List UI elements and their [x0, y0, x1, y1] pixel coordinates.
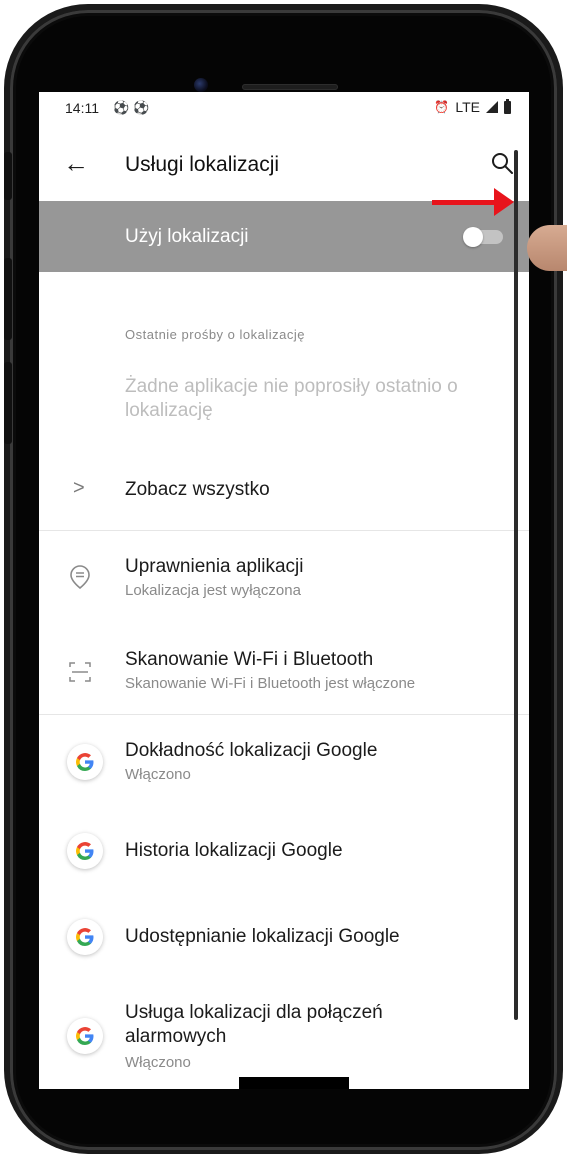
front-camera	[194, 78, 208, 92]
page-title: Usługi lokalizacji	[125, 153, 280, 176]
no-recent-requests-text: Żadne aplikacje nie poprosiły ostatnio o…	[125, 376, 458, 421]
divider	[39, 530, 529, 531]
phone-edge-highlight	[514, 150, 518, 1020]
app-permissions-row[interactable]: Uprawnienia aplikacji Lokalizacja jest w…	[39, 547, 529, 619]
recent-requests-header: Ostatnie prośby o lokalizację	[125, 327, 305, 342]
finger-pointer	[527, 225, 567, 271]
status-time: 14:11	[65, 100, 99, 116]
search-icon[interactable]	[489, 150, 515, 176]
google-g-icon	[67, 744, 103, 780]
battery-icon	[504, 98, 511, 114]
soccer-ball-icon: ⚽	[133, 100, 150, 115]
google-history-title: Historia lokalizacji Google	[125, 840, 343, 861]
emergency-title-line1: Usługa lokalizacji dla połączeń	[125, 1002, 383, 1023]
network-type: LTE	[455, 99, 480, 115]
earpiece-speaker	[242, 84, 338, 90]
google-accuracy-title: Dokładność lokalizacji Google	[125, 740, 378, 761]
chevron-right-icon: >	[73, 477, 85, 499]
side-button-top	[4, 152, 12, 200]
emergency-location-service-row[interactable]: Usługa lokalizacji dla połączeń alarmowy…	[39, 1000, 529, 1080]
see-all-row[interactable]: > Zobacz wszystko	[39, 466, 529, 530]
app-permissions-title: Uprawnienia aplikacji	[125, 556, 304, 577]
use-location-row[interactable]: Użyj lokalizacji	[39, 201, 529, 272]
google-location-history-row[interactable]: Historia lokalizacji Google	[39, 830, 529, 892]
scanning-title: Skanowanie Wi-Fi i Bluetooth	[125, 649, 374, 670]
scan-frame-icon	[69, 662, 91, 682]
google-g-icon	[67, 833, 103, 869]
divider	[39, 714, 529, 715]
location-pin-list-icon	[70, 565, 90, 590]
scanning-subtitle: Skanowanie Wi-Fi i Bluetooth jest włączo…	[125, 675, 416, 692]
alarm-icon: ⏰	[434, 100, 450, 114]
app-bar: ← Usługi lokalizacji	[39, 144, 529, 188]
google-g-icon	[67, 919, 103, 955]
google-sharing-title: Udostępnianie lokalizacji Google	[125, 926, 400, 947]
wifi-bluetooth-scanning-row[interactable]: Skanowanie Wi-Fi i Bluetooth Skanowanie …	[39, 639, 529, 711]
app-permissions-subtitle: Lokalizacja jest wyłączona	[125, 582, 301, 599]
volume-down-button	[4, 362, 12, 444]
status-bar: 14:11 ⚽ ⚽ ⏰ LTE	[39, 92, 529, 124]
use-location-toggle[interactable]	[463, 227, 503, 247]
back-arrow-icon[interactable]: ←	[63, 148, 89, 178]
nav-gesture-bar	[239, 1077, 349, 1089]
toggle-knob	[463, 227, 483, 247]
emergency-title-line2: alarmowych	[125, 1026, 227, 1047]
status-icons: ⏰ LTE	[434, 98, 511, 115]
pointer-arrow-shaft	[432, 200, 498, 205]
soccer-ball-icon: ⚽	[113, 100, 130, 115]
use-location-label: Użyj lokalizacji	[125, 226, 249, 247]
volume-up-button	[4, 258, 12, 340]
emergency-subtitle: Włączono	[125, 1054, 191, 1071]
google-accuracy-subtitle: Włączono	[125, 766, 191, 783]
see-all-label: Zobacz wszystko	[125, 479, 270, 500]
google-location-sharing-row[interactable]: Udostępnianie lokalizacji Google	[39, 916, 529, 978]
google-g-icon	[67, 1018, 103, 1054]
signal-icon	[486, 101, 498, 113]
pointer-arrow-icon	[494, 188, 514, 216]
google-location-accuracy-row[interactable]: Dokładność lokalizacji Google Włączono	[39, 732, 529, 804]
phone-screen: 14:11 ⚽ ⚽ ⏰ LTE ← Usługi lokalizacji Uży…	[39, 92, 529, 1089]
